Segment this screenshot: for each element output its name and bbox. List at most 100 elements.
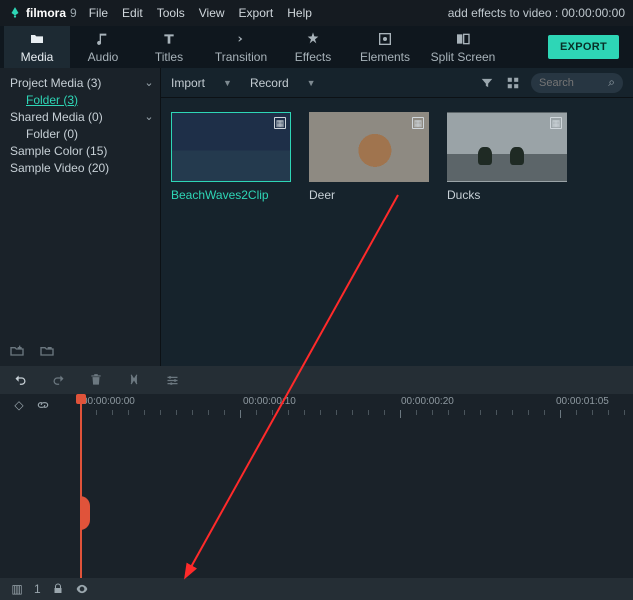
elements-icon [377,31,393,47]
menu-view[interactable]: View [199,6,225,20]
search-icon: ⌕ [608,75,615,90]
record-label: Record [250,76,289,90]
folder-icon [29,31,45,47]
tool-tabs: Media Audio Titles Transition Effects El… [0,26,633,68]
music-note-icon [95,31,111,47]
timeline-header: ◇ 00:00:00:00 00:00:00:10 00:00:00:20 00… [0,394,633,416]
clip-item[interactable]: ▦ BeachWaves2Clip [171,112,291,202]
timeline-ruler: 00:00:00:00 00:00:00:10 00:00:00:20 00:0… [80,394,633,416]
tab-effects[interactable]: Effects [280,26,346,68]
menu-edit[interactable]: Edit [122,6,143,20]
tree-project-media-label: Project Media (3) [10,76,101,90]
title-right: add effects to video : 00:00:00:00 [448,6,625,20]
timeline-ruler-area[interactable]: 00:00:00:00 00:00:00:10 00:00:00:20 00:0… [80,394,633,416]
timeline-header-left: ◇ [0,394,80,416]
filter-icon[interactable] [479,75,495,91]
clip-handle[interactable] [80,496,90,530]
timeline: ◇ 00:00:00:00 00:00:00:10 00:00:00:20 00… [0,394,633,600]
track-layers-icon[interactable]: ▥ [10,582,24,596]
delete-icon[interactable] [88,372,104,388]
caret-down-icon: ▼ [307,78,316,88]
record-dropdown[interactable]: Record ▼ [250,76,316,90]
redo-icon[interactable] [50,372,66,388]
split-icon[interactable] [126,372,142,388]
undo-icon[interactable] [12,372,28,388]
app-name: filmora [26,6,66,20]
menu-help[interactable]: Help [287,6,312,20]
effects-icon [305,31,321,47]
clip-thumbnail[interactable]: ▦ [171,112,291,182]
media-toolbar-right: ⌕ [479,73,623,93]
tab-elements[interactable]: Elements [346,26,424,68]
search-box[interactable]: ⌕ [531,73,623,93]
sidebar-actions [8,342,56,360]
tree-shared-media[interactable]: Shared Media (0) ⌄ [0,108,160,125]
tree-sample-video[interactable]: Sample Video (20) [0,159,160,176]
clip-item[interactable]: ▦ Deer [309,112,429,202]
project-timecode: 00:00:00:00 [562,6,625,20]
eye-icon[interactable] [75,582,89,596]
filmora-pin-icon [8,6,22,20]
add-folder-icon[interactable] [8,342,26,360]
tab-elements-label: Elements [360,50,410,64]
transition-icon [233,31,249,47]
import-label: Import [171,76,205,90]
timeline-action-strip [0,366,633,394]
clip-name: Deer [309,188,429,202]
tab-transition-label: Transition [215,50,267,64]
marker-icon[interactable]: ◇ [12,398,26,412]
caret-down-icon: ▼ [223,78,232,88]
clip-name: Ducks [447,188,567,202]
search-input[interactable] [539,77,599,89]
remove-folder-icon[interactable] [38,342,56,360]
menu-tools[interactable]: Tools [157,6,185,20]
tree-sample-color-label: Sample Color (15) [10,144,107,158]
timeline-bottom-bar: ▥ 1 [0,578,633,600]
tab-media[interactable]: Media [4,26,70,68]
titles-icon [161,31,177,47]
tab-titles[interactable]: Titles [136,26,202,68]
tab-media-label: Media [21,50,54,64]
import-dropdown[interactable]: Import ▼ [171,76,232,90]
tree-shared-folder[interactable]: Folder (0) [0,125,160,142]
tab-audio[interactable]: Audio [70,26,136,68]
title-bar: filmora 9 File Edit Tools View Export Hel… [0,0,633,26]
tree-project-folder[interactable]: Folder (3) [0,91,160,108]
clip-item[interactable]: ▦ Ducks [447,112,567,202]
chevron-down-icon: ⌄ [144,110,154,123]
ruler-label: 00:00:00:20 [401,396,454,407]
app-logo: filmora 9 [8,6,77,20]
tree-sample-color[interactable]: Sample Color (15) [0,142,160,159]
tree-project-media[interactable]: Project Media (3) ⌄ [0,74,160,91]
menu-export[interactable]: Export [239,6,274,20]
export-button[interactable]: EXPORT [548,35,619,59]
media-sidebar: Project Media (3) ⌄ Folder (3) Shared Me… [0,68,160,366]
link-icon[interactable] [36,398,50,412]
chevron-down-icon: ⌄ [144,76,154,89]
app-version: 9 [70,6,77,20]
ruler-label: 00:00:00:00 [82,396,135,407]
grid-view-icon[interactable] [505,75,521,91]
lock-icon[interactable] [51,582,65,596]
tab-titles-label: Titles [155,50,183,64]
menu-file[interactable]: File [89,6,108,20]
media-panel: Import ▼ Record ▼ ⌕ ▦ BeachWav [160,68,633,366]
tab-audio-label: Audio [88,50,119,64]
clip-thumbnail[interactable]: ▦ [447,112,567,182]
tree-sample-video-label: Sample Video (20) [10,161,109,175]
tab-split-label: Split Screen [431,50,496,64]
project-name: add effects to video : [448,6,562,20]
clip-thumbnail[interactable]: ▦ [309,112,429,182]
tree-shared-media-label: Shared Media (0) [10,110,103,124]
adjust-icon[interactable] [164,372,180,388]
tab-split-screen[interactable]: Split Screen [424,26,502,68]
ruler-ticks [80,410,633,422]
tab-transition[interactable]: Transition [202,26,280,68]
menu-bar: File Edit Tools View Export Help [89,6,312,20]
clip-name: BeachWaves2Clip [171,188,291,202]
clip-grid: ▦ BeachWaves2Clip ▦ Deer ▦ Ducks [161,98,633,216]
timeline-tracks[interactable] [0,422,633,578]
main-area: Project Media (3) ⌄ Folder (3) Shared Me… [0,68,633,366]
clip-badge-icon: ▦ [550,117,562,129]
ruler-label: 00:00:00:10 [243,396,296,407]
